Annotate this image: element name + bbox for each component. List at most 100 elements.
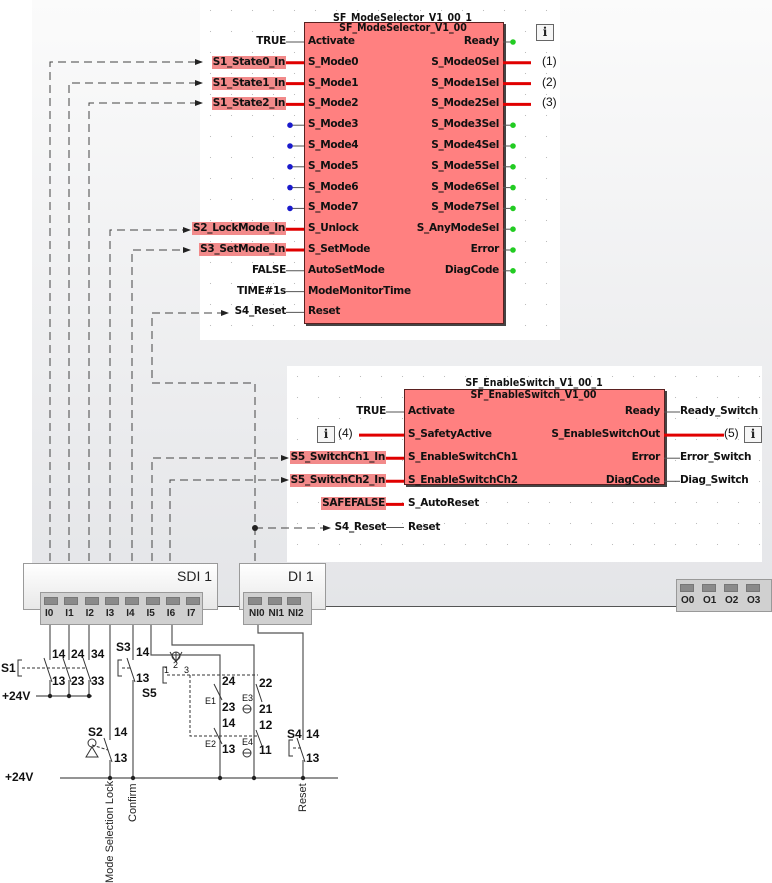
sdi-terminal[interactable]: I3 [106, 608, 114, 619]
sdi-terminal[interactable]: I1 [65, 608, 73, 619]
di-terminal[interactable]: NI0 [249, 608, 265, 619]
s5-contact-24: 24 [222, 674, 236, 688]
fb2-output-variable[interactable]: Ready_Switch [680, 405, 758, 418]
fb1-input-variable[interactable]: S1_State1_In [211, 76, 286, 90]
sdi-led [64, 597, 79, 605]
fb1-unconnected-output-dot [510, 143, 516, 149]
signal-label-confirm: Confirm [127, 783, 139, 822]
di-module-label: DI 1 [288, 568, 314, 584]
s1-contact-33: 33 [91, 674, 105, 688]
do-led [680, 584, 694, 592]
fb1-output-pin: Ready [463, 35, 499, 47]
fb1-input-pin: S_SetMode [308, 243, 371, 255]
fb2-input-variable[interactable]: SAFEFALSE [321, 497, 386, 511]
fb2-input-pin: S_AutoReset [408, 497, 479, 510]
s1-contact-13: 13 [52, 674, 66, 688]
fb2-input-pin: Activate [408, 405, 455, 417]
fb1-output-pin: S_Mode2Sel [431, 97, 499, 110]
fb1-output-pin: DiagCode [444, 263, 499, 276]
s4-contact-14: 14 [306, 727, 320, 741]
fb1-input-pin: S_Mode4 [308, 139, 359, 151]
fb2-output-variable[interactable]: Error_Switch [680, 451, 751, 464]
di-terminal[interactable]: NI2 [288, 608, 304, 619]
fb2-input-pin: S_EnableSwitchCh1 [408, 451, 518, 464]
s3-contact-13: 13 [136, 671, 150, 685]
fb1-input-variable[interactable]: S3_SetMode_In [199, 243, 286, 256]
s1-contact-34: 34 [91, 647, 105, 661]
s5-contact-23: 23 [222, 700, 236, 714]
sdi-terminal[interactable]: I0 [45, 608, 53, 619]
sdi-terminal[interactable]: I7 [187, 608, 195, 619]
fb2-input-variable[interactable]: TRUE [356, 405, 386, 418]
s5-contact-13: 13 [222, 742, 236, 756]
fb1-output-pin: Error [470, 243, 500, 255]
fb2-input-variable[interactable]: S4_Reset [335, 521, 387, 534]
fb1-input-variable[interactable]: S4_Reset [235, 305, 287, 318]
fb1-output-ref: (2) [542, 74, 557, 89]
s5-label: S5 [142, 686, 157, 700]
dashed-signal-lines [49, 59, 331, 600]
fb1-input-pin: AutoSetMode [308, 263, 385, 276]
sdi-led [186, 597, 201, 605]
fb1-output-ref: (1) [542, 53, 557, 68]
sdi-terminal[interactable]: I6 [167, 608, 175, 619]
sdi-terminal[interactable]: I4 [126, 608, 134, 619]
s5-contact-14: 14 [222, 716, 236, 730]
fb2-output-pin: S_EnableSwitchOut [551, 428, 660, 441]
fb2-input-variable[interactable]: S5_SwitchCh1_In [289, 451, 386, 465]
di-led [267, 597, 282, 605]
fb1-input-variable[interactable]: S1_State0_In [211, 55, 286, 69]
fb1-unconnected-output-dot [510, 184, 516, 191]
fb1-input-pin: ModeMonitorTime [308, 284, 411, 297]
enable-switch-out-info-icon[interactable]: i [744, 426, 762, 443]
fb2-input-variable[interactable]: S5_SwitchCh2_In [289, 474, 386, 488]
s5-contact-22: 22 [259, 676, 273, 690]
do-terminal[interactable]: O1 [703, 595, 716, 606]
sdi-terminal[interactable]: I2 [86, 608, 94, 619]
fb1-unconnected-output-dot [510, 164, 516, 170]
fb1-output-pin: S_Mode7Sel [431, 201, 499, 214]
fb2-output-variable[interactable]: Diag_Switch [680, 474, 749, 487]
s4-label: S4 [287, 727, 302, 741]
do-led [746, 584, 760, 592]
fb1-input-variable[interactable]: TRUE [256, 35, 286, 48]
sdi-led [44, 597, 58, 605]
fb1-output-pin: S_Mode0Sel [431, 55, 499, 68]
s5-pos-1: 1 [164, 665, 170, 675]
fb1-unconnected-output-dot [510, 205, 516, 212]
s1-contact-14: 14 [52, 647, 66, 661]
s5-pos-3: 3 [184, 665, 190, 675]
sdi-led [165, 597, 180, 605]
do-terminal[interactable]: O0 [681, 595, 694, 606]
fb1-input-variable[interactable]: FALSE [252, 264, 286, 277]
s4-contact-13: 13 [306, 751, 320, 765]
fb1-input-pin: Activate [308, 35, 355, 47]
fb1-input-variable[interactable]: S2_LockMode_In [192, 222, 286, 236]
fb1-output-pin: S_AnyModeSel [416, 222, 500, 235]
fb1-unconnected-input-dot [287, 205, 293, 212]
supply-label-1: +24V [2, 689, 31, 703]
mode-selector-info-icon[interactable]: i [536, 24, 554, 41]
s1-contact-23: 23 [71, 674, 85, 688]
sdi-terminal[interactable]: I5 [147, 608, 155, 619]
fb2-input-pin: S_EnableSwitchCh2 [408, 474, 518, 487]
fb1-input-variable[interactable]: TIME#1s [237, 285, 286, 298]
fb1-input-pin: S_Mode0 [308, 55, 359, 68]
s3-contact-14: 14 [136, 645, 150, 659]
di-terminal[interactable]: NI1 [269, 608, 285, 619]
fb1-input-variable[interactable]: S1_State2_In [211, 97, 286, 111]
safety-active-info-icon[interactable]: i [317, 426, 335, 443]
s5-pos-2: 2 [173, 660, 179, 670]
sdi-led [145, 597, 160, 605]
do-led [724, 584, 738, 592]
sdi-led [104, 597, 119, 605]
fb1-output-pin: S_Mode6Sel [431, 180, 499, 193]
do-terminal[interactable]: O3 [747, 595, 760, 606]
supply-label-2: +24V [5, 770, 34, 784]
fb1-input-pin: Reset [308, 305, 341, 318]
s2-contact-14: 14 [114, 725, 128, 739]
di-led [248, 597, 262, 605]
fb1-input-pin: S_Mode5 [308, 159, 359, 172]
do-terminal[interactable]: O2 [725, 595, 738, 606]
fb1-output-pin: S_Mode4Sel [431, 139, 499, 151]
